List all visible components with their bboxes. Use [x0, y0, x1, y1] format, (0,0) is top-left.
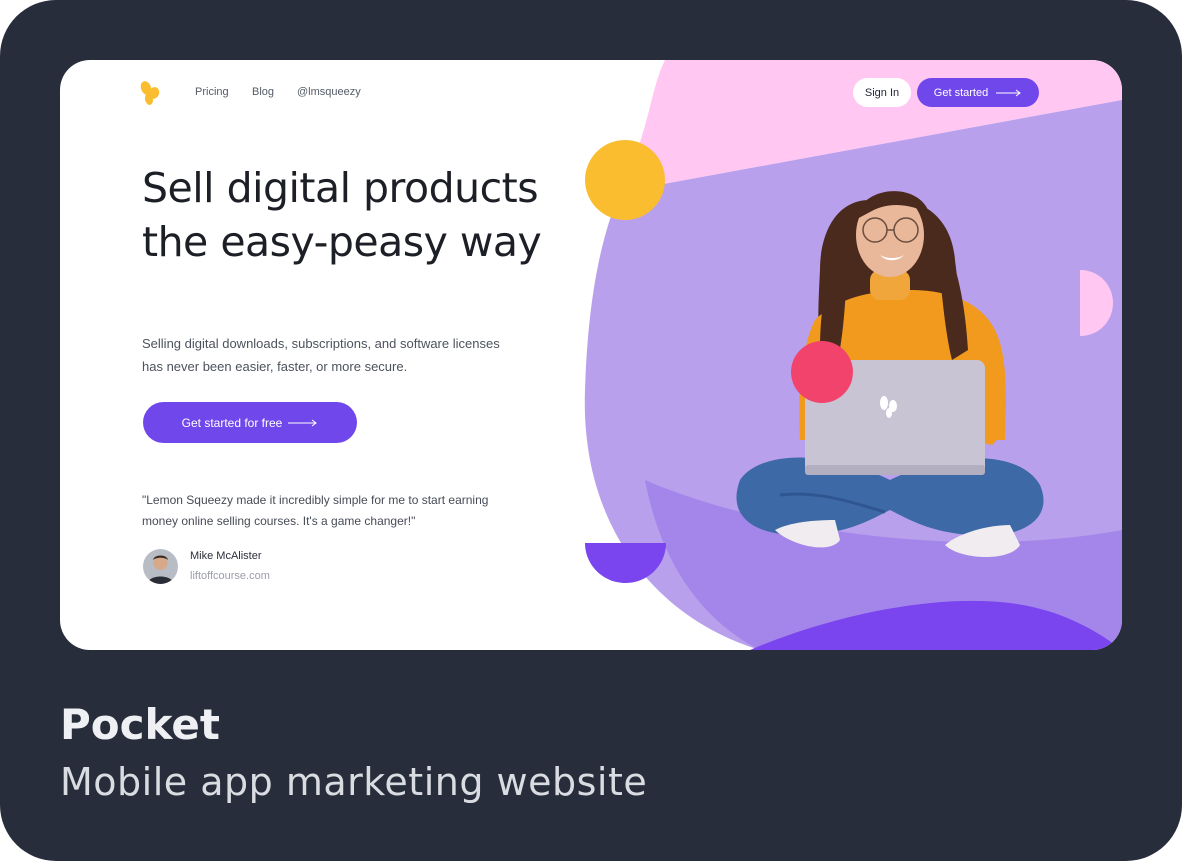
website-screenshot: Pricing Blog @lmsqueezy Sign In Get star…: [60, 60, 1122, 650]
hero-headline: Sell digital products the easy-peasy way: [142, 164, 542, 266]
long-arrow-right-icon: [288, 419, 318, 426]
caption-subtitle: Mobile app marketing website: [60, 760, 648, 804]
hero-subtext: Selling digital downloads, subscriptions…: [142, 336, 500, 374]
nav-pricing-link[interactable]: Pricing: [195, 86, 229, 98]
nav-blog-link[interactable]: Blog: [252, 86, 274, 98]
nav-twitter-link[interactable]: @lmsqueezy: [297, 86, 361, 98]
cta-label: Get started for free: [181, 415, 283, 430]
testimonial-site: liftoffcourse.com: [190, 570, 270, 582]
lemon-logo-icon[interactable]: [140, 80, 160, 106]
red-circle: [791, 341, 853, 403]
testimonial-quote: "Lemon Squeezy made it incredibly simple…: [142, 493, 489, 528]
caption-title: Pocket: [60, 700, 220, 749]
showcase-card: Pricing Blog @lmsqueezy Sign In Get star…: [0, 0, 1182, 861]
sign-in-button[interactable]: Sign In: [853, 78, 911, 107]
avatar: [143, 549, 178, 584]
get-started-label: Get started: [933, 86, 989, 99]
woman-with-laptop-image: [736, 191, 1044, 558]
long-arrow-right-icon: [996, 89, 1022, 96]
testimonial-author: Mike McAlister: [190, 550, 262, 562]
yellow-circle: [585, 140, 665, 220]
sign-in-label: Sign In: [864, 86, 900, 99]
get-started-button[interactable]: Get started: [917, 78, 1039, 107]
get-started-free-button[interactable]: Get started for free: [143, 402, 357, 443]
